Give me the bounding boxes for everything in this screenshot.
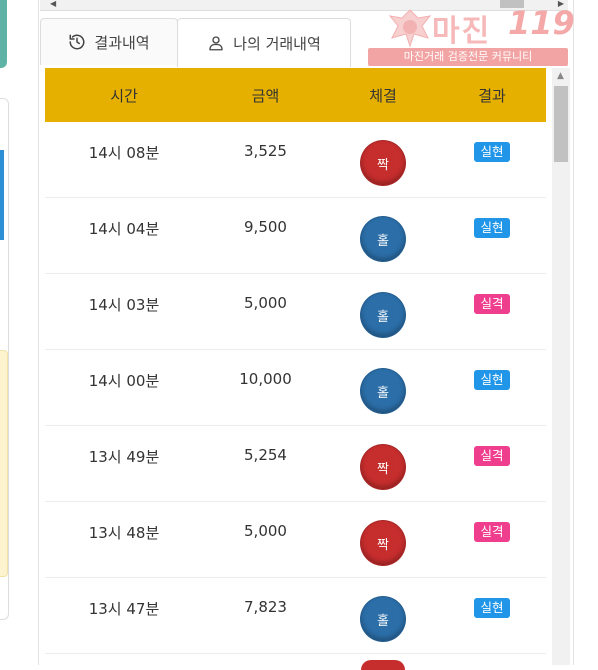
row-amount: 5,000 [244, 522, 287, 540]
row-result: 실격 [438, 426, 546, 501]
row-time: 14시 00분 [88, 372, 160, 390]
row-fill: 홀 [328, 578, 438, 653]
row-result: 실현 [438, 198, 546, 273]
row-result: 실현 [438, 578, 546, 653]
row-result: 실현 [438, 122, 546, 197]
fill-ball: 짝 [360, 520, 406, 566]
site-logo-watermark: 마진 119 마진거래 검증전문 커뮤니티 [368, 4, 580, 66]
result-badge: 실현 [474, 142, 510, 162]
fill-ball: 홀 [360, 368, 406, 414]
fill-ball: 짝 [360, 140, 406, 186]
row-fill: 짝 [328, 502, 438, 577]
history-icon [68, 33, 86, 51]
row-result: 실격 [438, 274, 546, 349]
row-time: 14시 04분 [88, 220, 160, 238]
table-body: 14시 08분 3,525 짝 실현 14시 04분 9,500 홀 실현 14시 03분 5,0… [45, 122, 546, 654]
vertical-scrollbar[interactable]: ▲ [552, 68, 570, 665]
row-time: 14시 08분 [88, 144, 160, 162]
header-amount: 금액 [251, 86, 280, 105]
logo-number: 119 [508, 4, 575, 42]
row-amount: 9,500 [244, 218, 287, 236]
header-result: 결과 [478, 86, 506, 105]
row-time: 13시 47분 [88, 600, 160, 618]
fill-ball: 홀 [360, 596, 406, 642]
header-time: 시간 [110, 86, 138, 105]
header-fill: 체결 [369, 86, 397, 105]
logo-name: 마진 [432, 14, 492, 49]
table-row: 14시 08분 3,525 짝 실현 [45, 122, 546, 198]
row-amount: 3,525 [244, 142, 287, 160]
row-fill: 짝 [328, 122, 438, 197]
table-row: 13시 47분 7,823 홀 실현 [45, 578, 546, 654]
row-fill: 홀 [328, 274, 438, 349]
result-badge: 실현 [474, 598, 510, 618]
result-badge: 실격 [474, 294, 510, 314]
fill-ball: 홀 [360, 292, 406, 338]
result-badge: 실격 [474, 522, 510, 542]
scroll-left-icon[interactable]: ◀ [50, 0, 56, 8]
row-time: 14시 03분 [88, 296, 160, 314]
left-accent-bar [0, 0, 7, 68]
row-fill: 홀 [328, 350, 438, 425]
row-result: 실격 [438, 502, 546, 577]
row-amount: 7,823 [244, 598, 287, 616]
logo-emblem-icon [388, 9, 432, 48]
table-row: 13시 48분 5,000 짝 실격 [45, 502, 546, 578]
row-result: 실현 [438, 350, 546, 425]
vertical-scroll-thumb[interactable] [554, 86, 568, 162]
table-row: 14시 03분 5,000 홀 실격 [45, 274, 546, 350]
table-row: 14시 04분 9,500 홀 실현 [45, 198, 546, 274]
result-badge: 실현 [474, 370, 510, 390]
user-icon [207, 34, 225, 52]
row-amount: 10,000 [239, 370, 292, 388]
trade-table: 시간 금액 체결 결과 14시 08분 3,525 짝 실현 14시 04분 9,500 홀… [45, 68, 546, 654]
row-amount: 5,000 [244, 294, 287, 312]
tab-result-history-label: 결과내역 [94, 33, 150, 52]
scroll-up-icon[interactable]: ▲ [557, 71, 564, 81]
left-notice-panel [0, 350, 8, 577]
fill-ball: 홀 [360, 216, 406, 262]
row-fill: 짝 [328, 426, 438, 501]
partial-next-row-ball [361, 660, 405, 670]
row-time: 13시 49분 [88, 448, 160, 466]
table-row: 14시 00분 10,000 홀 실현 [45, 350, 546, 426]
tab-my-trades-label: 나의 거래내역 [233, 34, 321, 53]
left-blue-indicator [0, 150, 4, 240]
logo-tagline: 마진거래 검증전문 커뮤니티 [368, 48, 568, 66]
tab-result-history[interactable]: 결과내역 [40, 18, 178, 65]
table-row: 13시 49분 5,254 짝 실격 [45, 426, 546, 502]
row-amount: 5,254 [244, 446, 287, 464]
fill-ball: 짝 [360, 444, 406, 490]
result-badge: 실격 [474, 446, 510, 466]
result-badge: 실현 [474, 218, 510, 238]
table-header: 시간 금액 체결 결과 [45, 68, 546, 122]
row-fill: 홀 [328, 198, 438, 273]
row-time: 13시 48분 [88, 524, 160, 542]
tab-my-trades[interactable]: 나의 거래내역 [177, 18, 351, 67]
